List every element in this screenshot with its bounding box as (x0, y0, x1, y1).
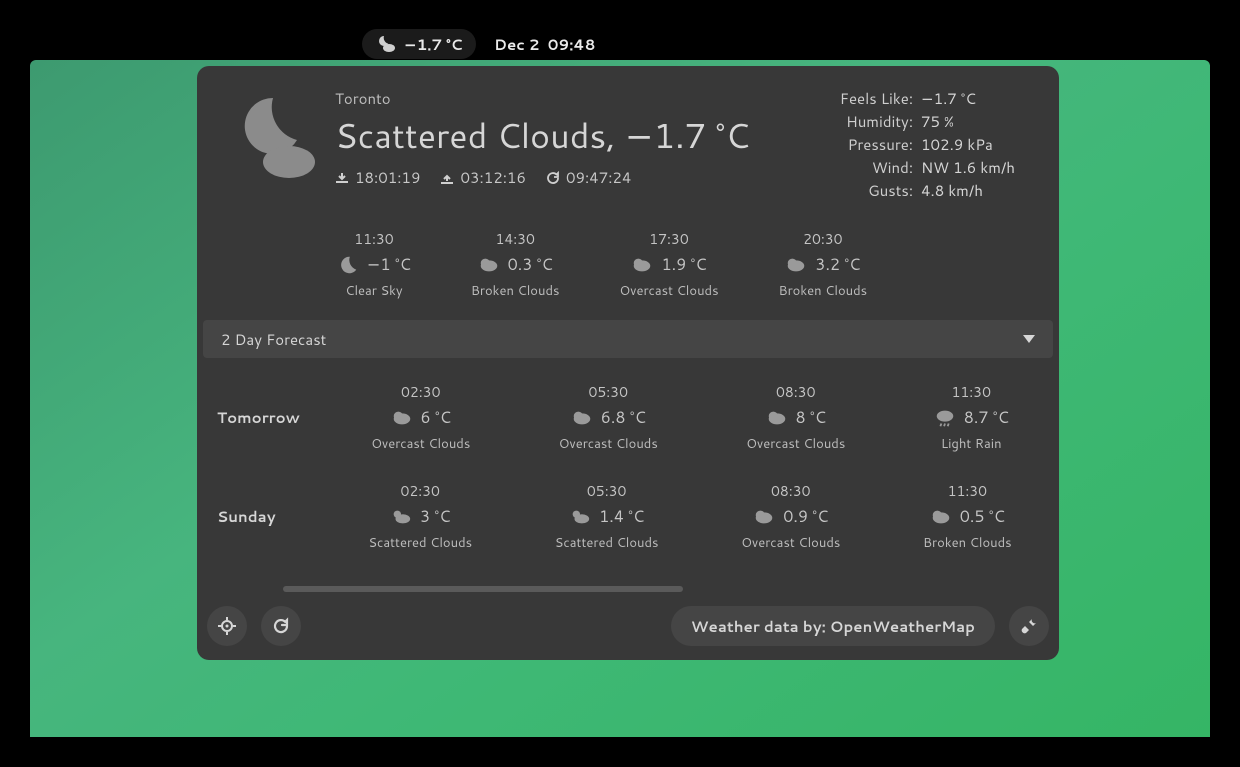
refresh-icon (546, 171, 560, 185)
cloud-icon (391, 407, 413, 429)
slot-desc: Broken Clouds (923, 534, 1012, 552)
slot-time: 05:30 (589, 382, 628, 402)
slot-temp: 0.5 °C (960, 505, 1005, 528)
slot-temp: 0.9 °C (783, 505, 828, 528)
gusts-value: 4.8 km/h (921, 180, 1031, 201)
refresh-icon (272, 617, 290, 635)
forecast-slot: 11:30 −1 °C Clear Sky (337, 229, 411, 300)
settings-button[interactable] (1009, 606, 1049, 646)
cloud-icon (753, 506, 775, 528)
humidity-value: 75 % (921, 111, 1031, 132)
city-name: Toronto (335, 88, 801, 109)
cloud-icon (785, 254, 807, 276)
slot-temp: 6 °C (421, 406, 451, 429)
current-headline: Scattered Clouds, −1.7 °C (335, 111, 801, 159)
slot-temp: −1 °C (367, 253, 411, 276)
slot-temp: 3.2 °C (815, 253, 860, 276)
slot-time: 02:30 (401, 382, 440, 402)
slot-temp: 1.4 °C (599, 505, 644, 528)
forecast-day: Tomorrow (203, 407, 327, 428)
forecast-header[interactable]: 2 Day Forecast (203, 320, 1053, 358)
forecast-slot: 02:30 6 °C Overcast Clouds (371, 382, 470, 453)
clock[interactable]: Dec 2 09:48 (494, 34, 595, 55)
forecast-title: 2 Day Forecast (221, 329, 326, 350)
slot-time: 02:30 (400, 481, 439, 501)
current-condition-icon (225, 88, 335, 203)
cloud-icon (766, 407, 788, 429)
pressure-value: 102.9 kPa (921, 134, 1031, 155)
forecast-slot: 05:30 1.4 °C Scattered Clouds (555, 481, 659, 552)
forecast-row: Tomorrow 02:30 6 °C Overcast Clouds 05:3… (203, 368, 1053, 467)
slot-temp: 8 °C (796, 406, 826, 429)
slot-time: 08:30 (776, 382, 815, 402)
slot-desc: Broken Clouds (471, 282, 560, 300)
slot-temp: 0.3 °C (508, 253, 553, 276)
cloud-icon (930, 506, 952, 528)
forecast-slot: 14:30 0.3 °C Broken Clouds (471, 229, 560, 300)
forecast-slot: 05:30 6.8 °C Overcast Clouds (559, 382, 658, 453)
data-credit[interactable]: Weather data by: OpenWeatherMap (671, 606, 995, 646)
hourly-forecast: 11:30 −1 °C Clear Sky 14:30 0.3 °C Broke… (197, 213, 1059, 320)
top-bar: −1.7 °C Dec 2 09:48 (0, 0, 1240, 60)
slot-time: 05:30 (587, 481, 626, 501)
forecast-row: Sunday 02:30 3 °C Scattered Clouds 05:30… (203, 467, 1053, 566)
cloud-icon (478, 254, 500, 276)
slot-desc: Scattered Clouds (368, 534, 472, 552)
slot-desc: Broken Clouds (779, 282, 868, 300)
forecast-slot: 08:30 8 °C Overcast Clouds (746, 382, 845, 453)
sunrise-icon (440, 171, 454, 185)
moon-icon (337, 254, 359, 276)
slot-temp: 6.8 °C (601, 406, 646, 429)
slot-time: 20:30 (803, 229, 842, 249)
weather-panel: Toronto Scattered Clouds, −1.7 °C 18:01:… (197, 66, 1059, 660)
slot-desc: Overcast Clouds (371, 435, 470, 453)
slot-time: 14:30 (495, 229, 534, 249)
rain-icon (934, 407, 956, 429)
slot-desc: Light Rain (941, 435, 1002, 453)
slot-time: 11:30 (948, 481, 987, 501)
forecast-slot: 20:30 3.2 °C Broken Clouds (779, 229, 868, 300)
slot-desc: Overcast Clouds (619, 282, 718, 300)
wind-value: NW 1.6 km/h (921, 157, 1031, 178)
locate-button[interactable] (207, 606, 247, 646)
expand-icon (1023, 335, 1035, 343)
slot-time: 08:30 (771, 481, 810, 501)
sunrise-time: 03:12:16 (440, 167, 525, 188)
cloud-icon (631, 254, 653, 276)
forecast-slot: 11:30 0.5 °C Broken Clouds (923, 481, 1012, 552)
forecast-slot: 02:30 3 °C Scattered Clouds (368, 481, 472, 552)
indicator-temp: −1.7 °C (404, 34, 462, 55)
feels-like-value: −1.7 °C (921, 88, 1031, 109)
slot-temp: 3 °C (420, 505, 450, 528)
forecast-slot: 08:30 0.9 °C Overcast Clouds (741, 481, 840, 552)
slot-desc: Scattered Clouds (555, 534, 659, 552)
slot-desc: Clear Sky (345, 282, 402, 300)
cloud-icon (571, 407, 593, 429)
slot-desc: Overcast Clouds (741, 534, 840, 552)
slot-time: 11:30 (952, 382, 991, 402)
forecast-day: Sunday (203, 506, 327, 527)
locate-icon (218, 617, 236, 635)
sunset-icon (335, 171, 349, 185)
refresh-button[interactable] (261, 606, 301, 646)
updated-time: 09:47:24 (546, 167, 631, 188)
sunset-time: 18:01:19 (335, 167, 420, 188)
cloud-moon-icon (376, 35, 396, 53)
slot-time: 11:30 (354, 229, 393, 249)
forecast-body: Tomorrow 02:30 6 °C Overcast Clouds 05:3… (197, 358, 1059, 586)
current-stats: Feels Like:−1.7 °C Humidity:75 % Pressur… (801, 88, 1031, 203)
scattered-icon (569, 506, 591, 528)
weather-indicator[interactable]: −1.7 °C (362, 29, 476, 59)
slot-temp: 8.7 °C (964, 406, 1009, 429)
slot-time: 17:30 (649, 229, 688, 249)
slot-desc: Overcast Clouds (746, 435, 845, 453)
scattered-icon (390, 506, 412, 528)
slot-desc: Overcast Clouds (559, 435, 658, 453)
forecast-slot: 11:30 8.7 °C Light Rain (934, 382, 1009, 453)
forecast-slot: 17:30 1.9 °C Overcast Clouds (619, 229, 718, 300)
tools-icon (1020, 617, 1038, 635)
slot-temp: 1.9 °C (661, 253, 706, 276)
